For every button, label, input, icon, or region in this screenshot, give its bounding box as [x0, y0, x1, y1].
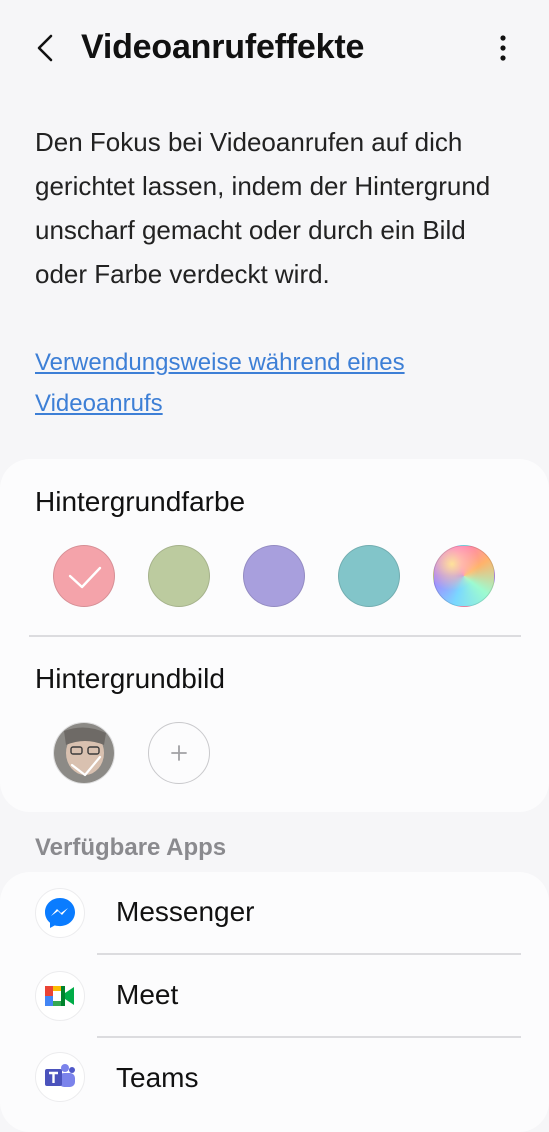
plus-icon	[171, 745, 187, 761]
app-name: Meet	[116, 979, 179, 1010]
checkmark-icon	[68, 566, 102, 589]
card-divider	[29, 635, 521, 637]
more-options-button[interactable]	[488, 30, 518, 66]
messenger-icon	[35, 888, 85, 938]
chevron-left-icon	[37, 34, 53, 62]
teams-icon	[35, 1052, 85, 1102]
meet-icon	[35, 971, 85, 1021]
background-image-thumbnail[interactable]	[53, 722, 115, 784]
color-swatch-gradient[interactable]	[433, 545, 495, 607]
app-row-meet[interactable]: Meet	[0, 955, 549, 1038]
app-bar: Videoanrufeffekte	[0, 0, 549, 98]
add-background-image-button[interactable]	[148, 722, 210, 784]
page-title: Videoanrufeffekte	[81, 28, 365, 66]
description-text: Den Fokus bei Videoanrufen auf dich geri…	[35, 127, 491, 289]
color-swatch-purple[interactable]	[243, 545, 305, 607]
back-button[interactable]	[28, 30, 62, 66]
app-row-messenger[interactable]: Messenger	[0, 872, 549, 955]
more-vertical-icon	[500, 35, 506, 61]
available-apps-label: Verfügbare Apps	[35, 834, 227, 861]
background-image-label: Hintergrundbild	[35, 663, 225, 694]
background-color-label: Hintergrundfarbe	[35, 486, 246, 517]
color-swatch-green[interactable]	[148, 545, 210, 607]
app-name: Messenger	[116, 896, 255, 927]
color-swatch-teal[interactable]	[338, 545, 400, 607]
photo-thumbnail	[54, 723, 114, 783]
help-link[interactable]: Verwendungsweise während eines Videoanru…	[35, 342, 505, 424]
app-name: Teams	[116, 1062, 199, 1093]
color-swatch-pink[interactable]	[53, 545, 115, 607]
